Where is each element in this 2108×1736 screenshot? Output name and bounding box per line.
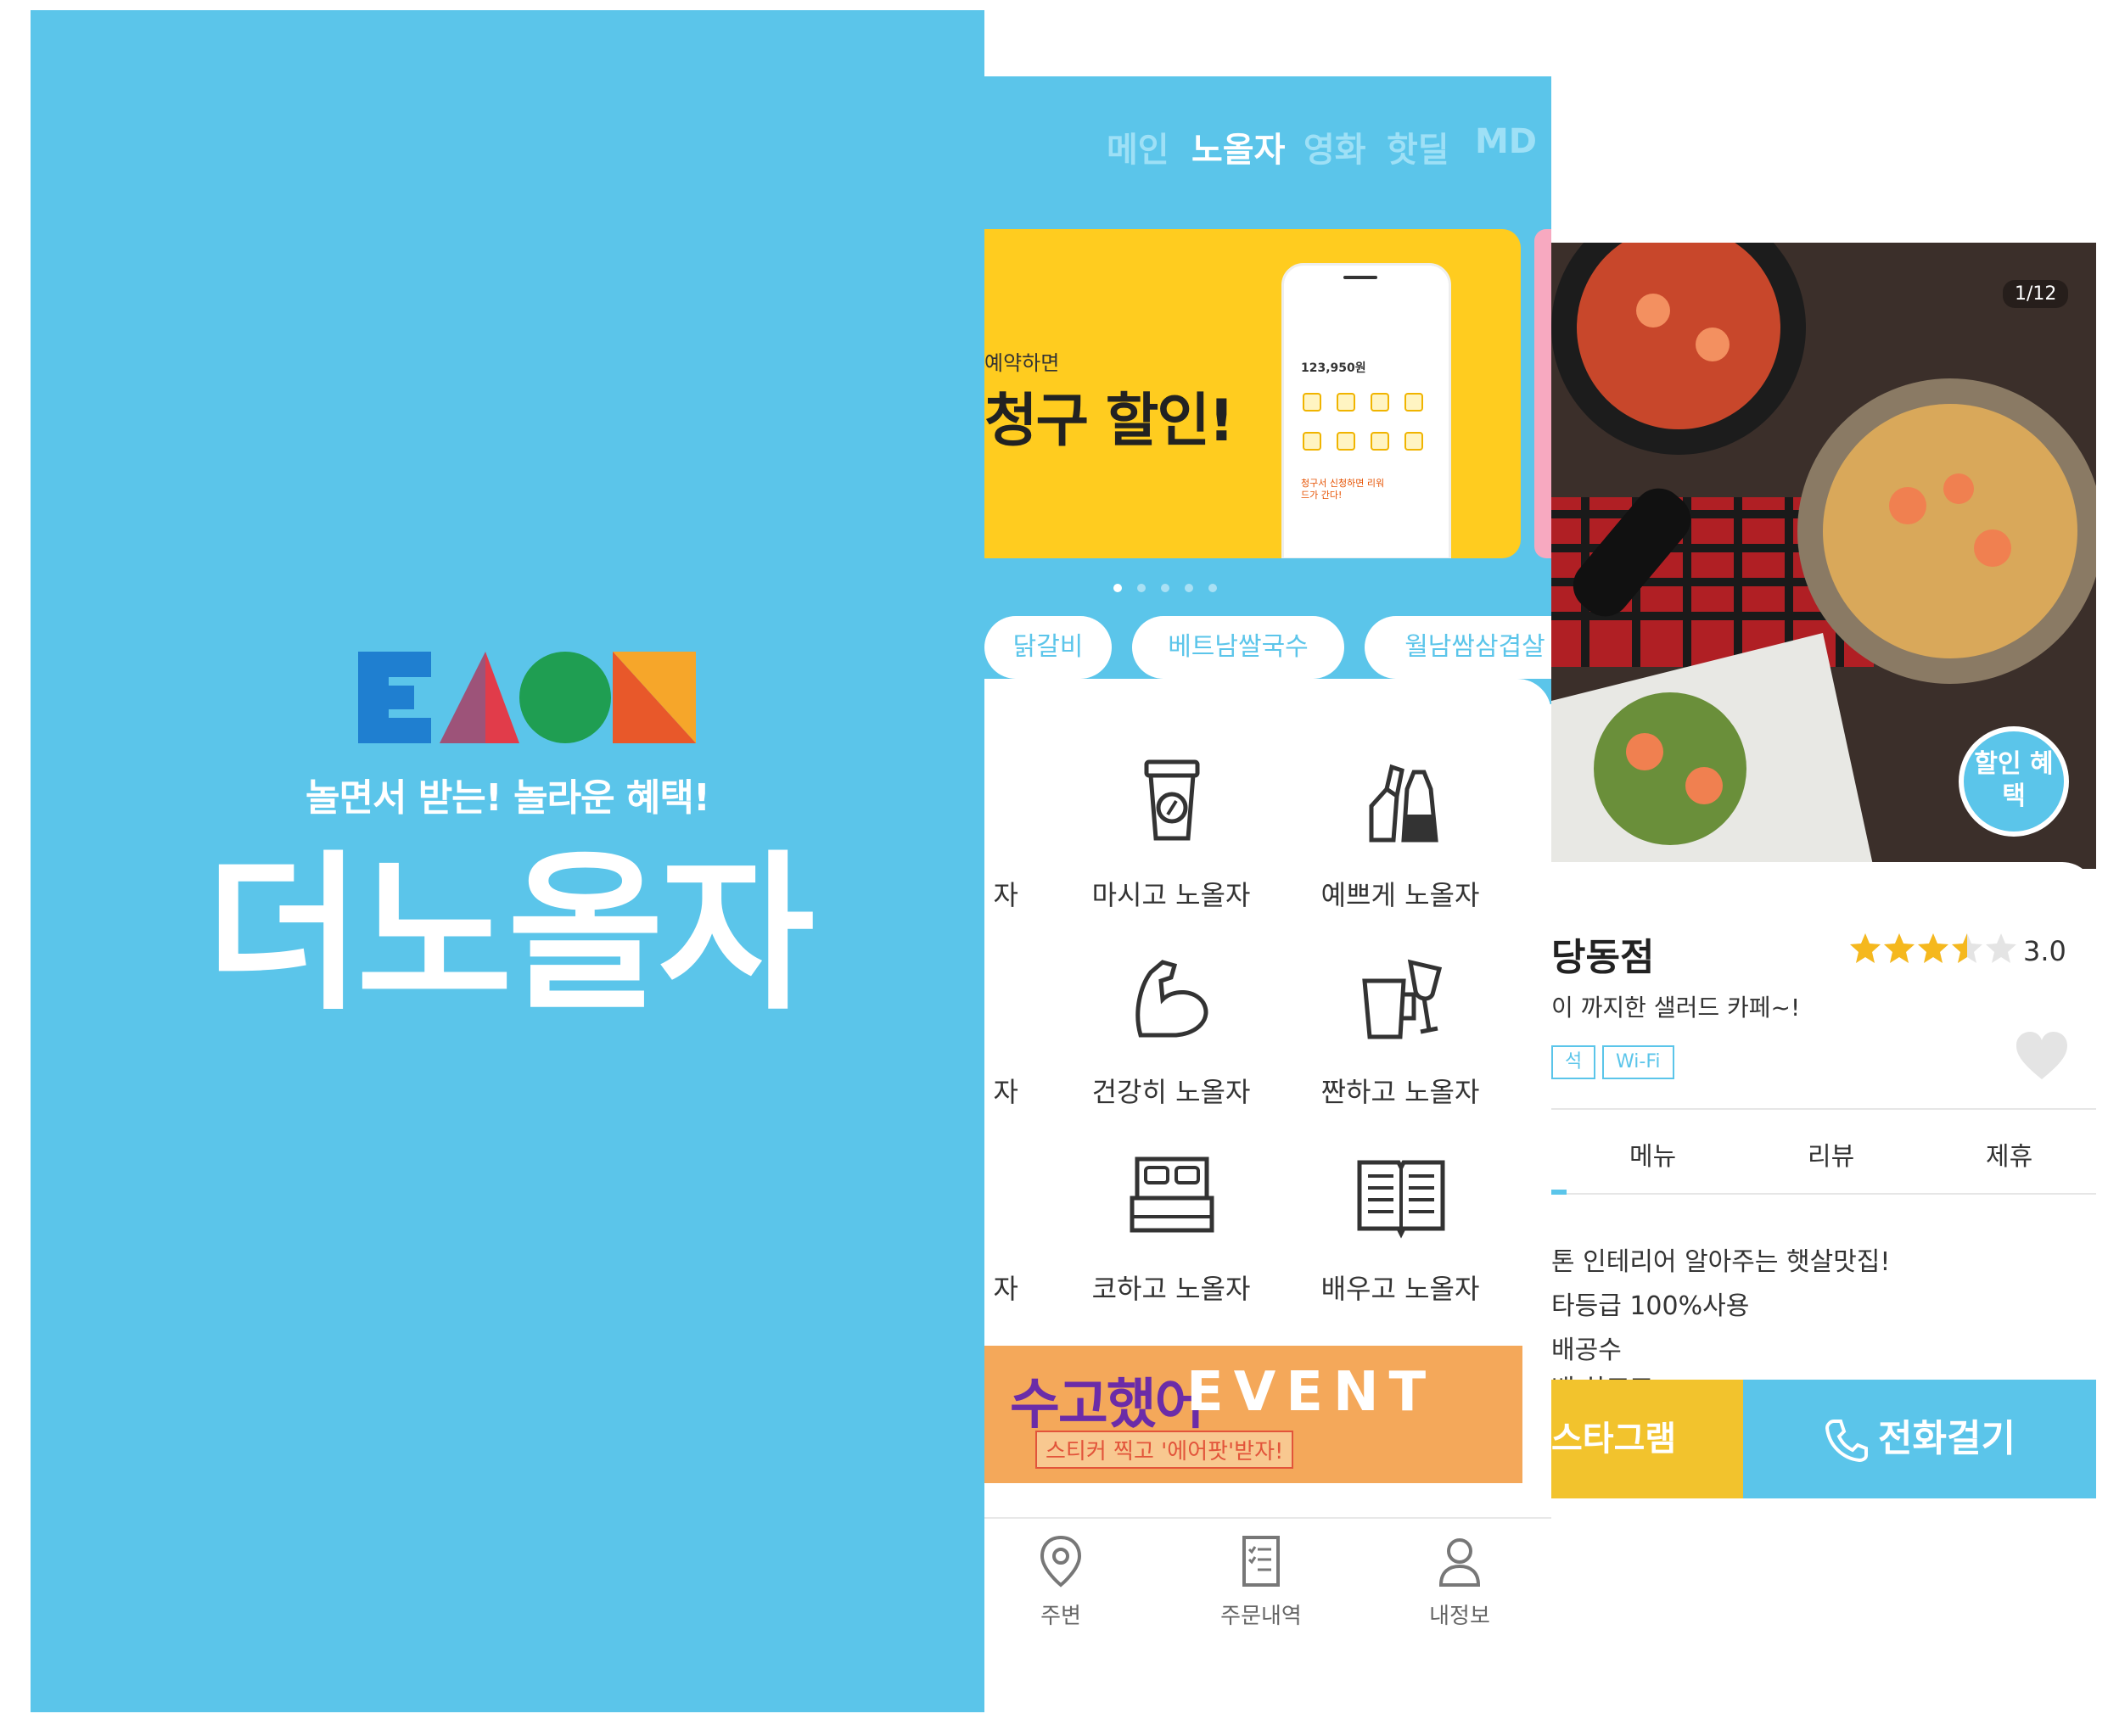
phone-promo-text: 청구서 신청하면 리워드가 간다! — [1301, 478, 1385, 501]
splash-brand-name: 더노올자 — [205, 836, 815, 1033]
info-line: 톤 인테리어 알아주는 햇살맛집! — [1551, 1247, 1891, 1277]
info-line: 배 하조조 — [1551, 1368, 1653, 1380]
category-drinks[interactable]: 짠하고 노올자 — [1298, 1071, 1502, 1110]
cosmetics-icon — [1369, 764, 1438, 843]
tab-divider — [1551, 1193, 2096, 1195]
tab-partner[interactable]: 제휴 — [1986, 1135, 2032, 1173]
carousel-dot-2[interactable] — [1137, 584, 1146, 592]
banner-subtitle: 예약하면 — [984, 351, 1060, 375]
call-button[interactable]: 전화걸기 — [1743, 1380, 2096, 1498]
event-subtitle: 스티커 찍고 '에어팟'받자! — [1035, 1431, 1294, 1469]
rating-star — [1884, 933, 1915, 963]
cheers-glasses-icon — [1362, 959, 1443, 1039]
category-label-partial[interactable]: 자 — [984, 1071, 1018, 1110]
chip-pho[interactable]: 베트남쌀국수 — [1132, 616, 1344, 679]
muscle-arm-icon — [1135, 960, 1208, 1038]
chip-samgyeopsal[interactable]: 월남쌈삼겹살 — [1365, 616, 1551, 679]
splash-screen: 놀면서 받는! 놀라운 혜택! 더노올자 — [31, 10, 984, 1712]
nav-myinfo-label: 내정보 — [1429, 1604, 1490, 1629]
nav-nearby[interactable]: 주변 — [993, 1534, 1129, 1630]
divider — [1551, 1108, 2096, 1110]
tab-hotdeal[interactable]: 핫딜 — [1387, 122, 1449, 171]
nav-nearby-label: 주변 — [1040, 1604, 1081, 1629]
heart-icon[interactable] — [2015, 1032, 2069, 1083]
rating-star — [1850, 933, 1881, 963]
user-icon — [1438, 1538, 1481, 1587]
tab-main[interactable]: 메인 — [1107, 122, 1169, 171]
rating-value: 3.0 — [2023, 935, 2066, 967]
store-tag: 석 — [1551, 1045, 1596, 1079]
rating-star — [1986, 933, 2016, 963]
category-label-partial[interactable]: 자 — [984, 874, 1018, 913]
phone-amount: 123,950원 — [1301, 361, 1366, 375]
rating-star — [1952, 933, 1982, 963]
carousel-dot-3[interactable] — [1161, 584, 1169, 592]
chip-dakgalbi[interactable]: 닭갈비 — [984, 616, 1112, 679]
info-line: 배공수 — [1551, 1336, 1622, 1365]
category-beauty[interactable]: 예쁘게 노올자 — [1298, 874, 1502, 913]
store-description: 이 까지한 샐러드 카페~! — [1551, 994, 1801, 1022]
banner-phone-image: 123,950원 청구서 신청하면 리워드가 간다! — [1281, 263, 1451, 558]
info-line: 타등급 100%사용 — [1551, 1291, 1750, 1321]
location-pin-icon — [1040, 1535, 1082, 1588]
brand-logo-shapes — [358, 652, 696, 743]
rating-stars — [1848, 932, 2018, 974]
nav-myinfo[interactable]: 내정보 — [1392, 1534, 1528, 1630]
tab-movie[interactable]: 영화 — [1303, 122, 1366, 171]
active-tab-indicator — [1551, 1190, 1567, 1195]
home-screen: 메인 노올자 영화 핫딜 MD 예약하면 청구 할인! 123,950원 청구서… — [984, 76, 1551, 1663]
store-tag-wifi: Wi-Fi — [1602, 1045, 1674, 1079]
nav-orders[interactable]: 주문내역 — [1193, 1534, 1329, 1630]
bed-icon — [1130, 1156, 1214, 1233]
splash-tagline: 놀면서 받는! 놀라운 혜택! — [306, 776, 710, 820]
store-detail-screen: 1/12 할인 혜택 당동점 3.0 이 까지한 샐러드 카페~! 석 Wi-F… — [1551, 243, 2096, 1736]
category-learn[interactable]: 배우고 노올자 — [1298, 1268, 1502, 1307]
tab-menu[interactable]: 메뉴 — [1629, 1135, 1676, 1173]
category-sleep[interactable]: 코하고 노올자 — [1069, 1268, 1273, 1307]
category-health[interactable]: 건강히 노올자 — [1069, 1071, 1273, 1110]
carousel-dot-1[interactable] — [1113, 584, 1122, 592]
phone-icon — [1825, 1420, 1869, 1463]
coffee-cup-icon — [1144, 759, 1200, 841]
open-book-icon — [1357, 1160, 1445, 1239]
carousel-dot-4[interactable] — [1185, 584, 1193, 592]
event-banner[interactable]: 수고했어 EVENT 스티커 찍고 '에어팟'받자! — [984, 1346, 1522, 1483]
banner-next-peek[interactable] — [1534, 229, 1551, 558]
carousel-dot-5[interactable] — [1208, 584, 1217, 592]
instagram-button[interactable]: 스타그램 — [1551, 1380, 1743, 1498]
order-list-icon — [1242, 1536, 1280, 1587]
call-button-label: 전화걸기 — [1878, 1417, 2015, 1460]
event-title-english: EVENT — [1186, 1361, 1437, 1424]
photo-counter: 1/12 — [2003, 280, 2069, 308]
event-title: 수고했어 — [1010, 1374, 1205, 1436]
category-drink[interactable]: 마시고 노올자 — [1069, 874, 1273, 913]
store-name: 당동점 — [1551, 936, 1655, 979]
promo-banner[interactable]: 예약하면 청구 할인! 123,950원 청구서 신청하면 리워드가 간다! — [984, 229, 1521, 558]
rating-star — [1918, 933, 1948, 963]
banner-title: 청구 할인! — [984, 388, 1235, 455]
category-label-partial[interactable]: 자 — [984, 1268, 1018, 1307]
tab-noolja[interactable]: 노올자 — [1191, 122, 1285, 171]
tab-md[interactable]: MD — [1475, 122, 1537, 161]
nav-orders-label: 주문내역 — [1220, 1604, 1302, 1629]
discount-bubble[interactable]: 할인 혜택 — [1959, 726, 2069, 837]
star-rating-icon — [1850, 933, 2016, 963]
bottom-nav: 주변 주문내역 내정보 — [984, 1517, 1551, 1646]
tab-review[interactable]: 리뷰 — [1808, 1135, 1854, 1173]
category-grid — [984, 704, 1551, 1638]
